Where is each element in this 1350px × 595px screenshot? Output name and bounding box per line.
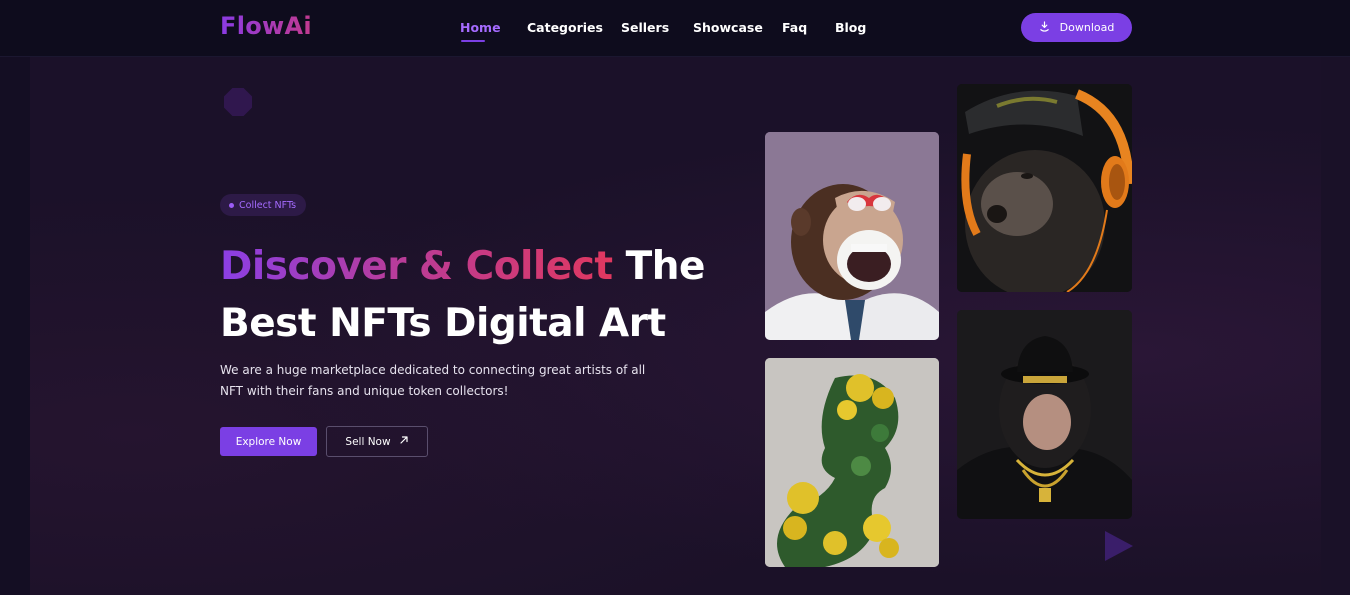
download-icon bbox=[1039, 20, 1050, 35]
hero-headline: Discover & Collect The Best NFTs Digital… bbox=[220, 238, 740, 352]
headline-gradient-text: Discover & Collect bbox=[220, 244, 613, 289]
headline-line-2: Best NFTs Digital Art bbox=[220, 301, 666, 346]
explore-now-button[interactable]: Explore Now bbox=[220, 427, 317, 456]
download-button[interactable]: Download bbox=[1021, 13, 1132, 42]
nav-link-blog[interactable]: Blog bbox=[835, 20, 866, 35]
logo[interactable]: FlowAi bbox=[220, 12, 312, 40]
nav-link-showcase[interactable]: Showcase bbox=[693, 20, 763, 35]
decorative-triangle bbox=[1105, 531, 1133, 561]
navbar: FlowAi Home Categories Sellers Showcase … bbox=[0, 0, 1350, 57]
nft-card-ape-bowler-hat[interactable] bbox=[957, 310, 1132, 519]
badge-label: Collect NFTs bbox=[239, 199, 297, 211]
nav-link-home[interactable]: Home bbox=[460, 20, 501, 35]
download-button-label: Download bbox=[1059, 21, 1115, 34]
nav-link-sellers[interactable]: Sellers bbox=[621, 20, 669, 35]
sell-now-label: Sell Now bbox=[345, 435, 391, 448]
hero-description: We are a huge marketplace dedicated to c… bbox=[220, 363, 646, 398]
sell-now-button[interactable]: Sell Now bbox=[326, 426, 428, 457]
active-nav-indicator bbox=[461, 40, 485, 42]
nav-link-categories[interactable]: Categories bbox=[527, 20, 603, 35]
ape-bowler-hat-image bbox=[957, 310, 1132, 519]
nft-card-ape-headphones[interactable] bbox=[957, 84, 1132, 292]
ape-headphones-image bbox=[957, 84, 1132, 292]
ape-doctor-image bbox=[765, 132, 939, 340]
hero-left-edge bbox=[0, 57, 30, 595]
collect-nfts-badge: Collect NFTs bbox=[220, 194, 307, 216]
hero-right-edge bbox=[1321, 57, 1350, 595]
badge-dot-icon bbox=[229, 202, 234, 208]
nft-card-ape-doctor[interactable] bbox=[765, 132, 939, 340]
nft-card-flower-portrait[interactable] bbox=[765, 358, 939, 567]
flower-portrait-image bbox=[765, 358, 939, 567]
headline-text-the: The bbox=[612, 244, 706, 289]
nav-link-faq[interactable]: Faq bbox=[782, 20, 807, 35]
arrow-up-right-icon bbox=[399, 435, 409, 448]
